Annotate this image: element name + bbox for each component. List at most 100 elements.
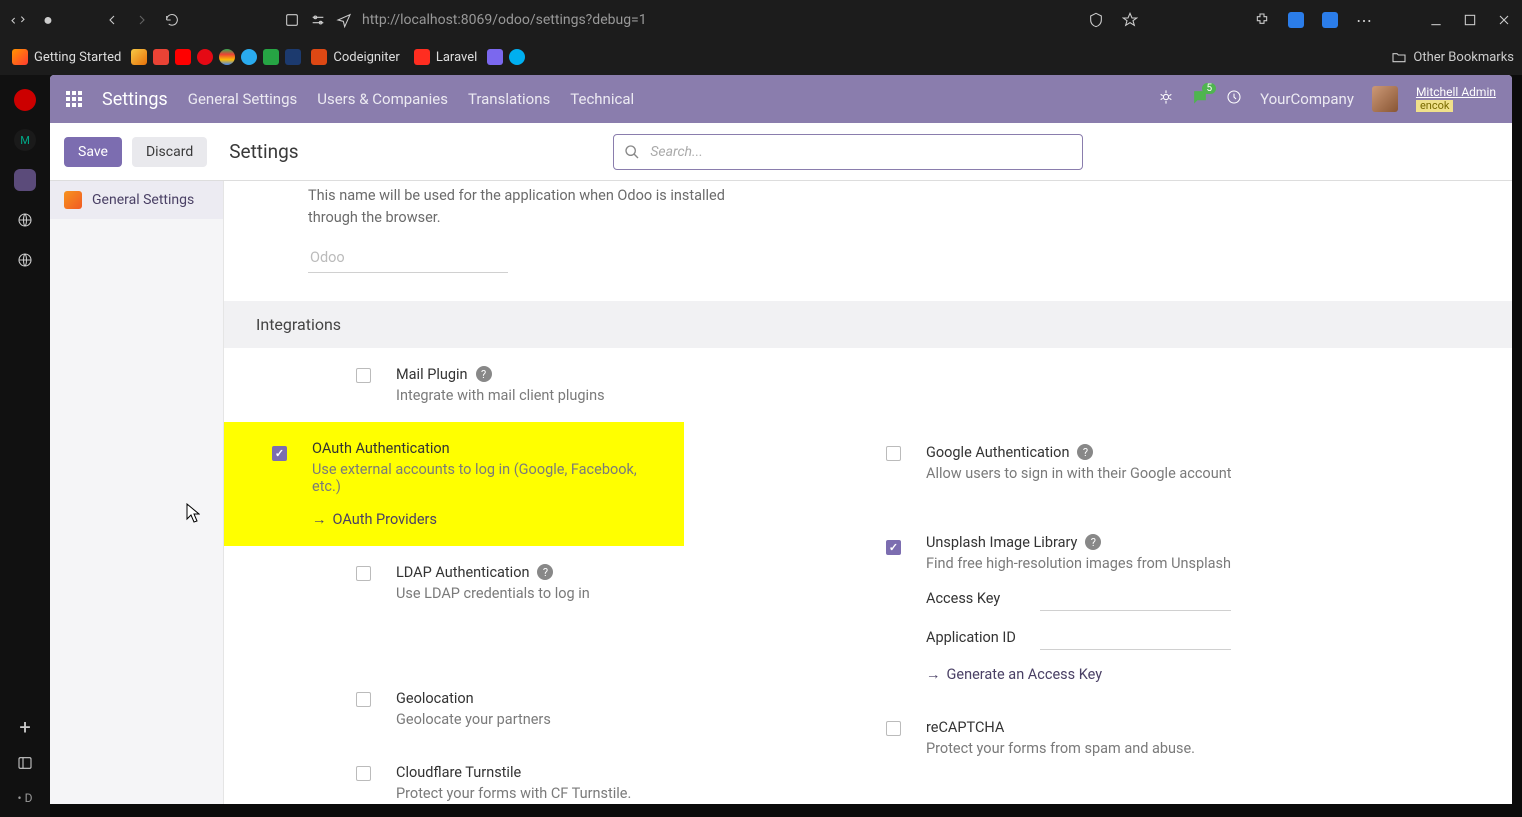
not-secure-icon[interactable] [336, 12, 352, 28]
turnstile-checkbox[interactable] [356, 766, 371, 781]
forward-icon[interactable] [134, 12, 150, 28]
nav-translations[interactable]: Translations [468, 90, 550, 108]
google-auth-desc: Allow users to sign in with their Google… [926, 465, 1231, 482]
mail-plugin-checkbox[interactable] [356, 368, 371, 383]
back-icon[interactable] [104, 12, 120, 28]
apps-menu-icon[interactable] [66, 91, 82, 107]
user-name: Mitchell Admin [1416, 86, 1496, 99]
save-button[interactable]: Save [64, 137, 122, 167]
close-window-icon[interactable] [1496, 12, 1512, 28]
settings-sidebar: General Settings [50, 181, 224, 804]
bookmark-icon-darkblue[interactable] [285, 49, 301, 65]
bookmark-codeigniter[interactable]: Codeigniter [307, 47, 403, 67]
bookmark-getting-started[interactable]: Getting Started [8, 47, 125, 67]
recaptcha-desc: Protect your forms from spam and abuse. [926, 740, 1195, 757]
turnstile-desc: Protect your forms with CF Turnstile. [396, 785, 631, 802]
general-settings-icon [64, 191, 82, 209]
sidebar-bottom-label: • D [18, 791, 33, 805]
app-id-label: Application ID [926, 629, 1026, 646]
overflow-menu-icon[interactable]: ⋯ [1356, 12, 1372, 28]
mail-plugin-title: Mail Plugin [396, 366, 468, 383]
help-icon[interactable]: ? [476, 366, 492, 382]
reload-icon[interactable] [164, 12, 180, 28]
geolocation-title: Geolocation [396, 690, 474, 707]
activities-icon[interactable] [1226, 89, 1242, 109]
app-name-input[interactable] [308, 243, 508, 273]
access-key-input[interactable] [1040, 586, 1231, 611]
user-menu[interactable]: Mitchell Admin encok [1416, 86, 1496, 111]
new-tab-icon[interactable]: + [19, 715, 30, 739]
breadcrumb-title: Settings [229, 140, 298, 163]
globe-icon-2[interactable] [14, 249, 36, 271]
ldap-title: LDAP Authentication [396, 564, 529, 581]
bookmark-icon-youtube[interactable] [175, 49, 191, 65]
bookmark-icon-skype[interactable] [509, 49, 525, 65]
google-auth-checkbox[interactable] [886, 446, 901, 461]
fx-pinned-1[interactable] [14, 89, 36, 111]
extensions-icon[interactable] [1254, 12, 1270, 28]
recaptcha-checkbox[interactable] [886, 721, 901, 736]
shield-icon[interactable] [1088, 12, 1104, 28]
unsplash-desc: Find free high-resolution images from Un… [926, 555, 1231, 572]
sidebar-general-settings[interactable]: General Settings [50, 181, 223, 219]
settings-content: This name will be used for the applicati… [224, 181, 1512, 804]
ext-icon-2[interactable] [1322, 12, 1338, 28]
unsplash-title: Unsplash Image Library [926, 534, 1077, 551]
bookmark-icon-gmail[interactable] [153, 49, 169, 65]
bookmark-icon-purple[interactable] [487, 49, 503, 65]
bookmark-icon-maps[interactable] [219, 49, 235, 65]
bookmark-label: Codeigniter [333, 50, 399, 65]
tab-dot-icon: ● [40, 12, 56, 28]
help-icon[interactable]: ? [1077, 444, 1093, 460]
search-input[interactable] [650, 144, 1072, 160]
fx-pinned-odoo[interactable] [14, 169, 36, 191]
search-box[interactable] [613, 134, 1083, 170]
search-icon [624, 144, 640, 160]
bookmark-icon-telegram[interactable] [241, 49, 257, 65]
oauth-desc: Use external accounts to log in (Google,… [312, 461, 664, 495]
help-icon[interactable]: ? [1085, 534, 1101, 550]
oauth-checkbox[interactable] [272, 446, 287, 461]
permissions-icon[interactable] [310, 12, 326, 28]
minimize-icon[interactable] [1428, 12, 1444, 28]
bookmark-label: Laravel [436, 50, 477, 65]
generate-access-key-link[interactable]: Generate an Access Key [926, 666, 1231, 683]
sync-icon[interactable] [10, 12, 26, 28]
firefox-vertical-sidebar: M + • D [0, 75, 50, 817]
bookmark-icon-green[interactable] [263, 49, 279, 65]
discard-button[interactable]: Discard [132, 137, 207, 167]
setting-google-auth: Google Authentication? Allow users to si… [838, 426, 1298, 500]
page-info-icon[interactable] [284, 12, 300, 28]
other-bookmarks-label: Other Bookmarks [1413, 50, 1514, 65]
other-bookmarks[interactable]: Other Bookmarks [1391, 49, 1514, 65]
messaging-icon[interactable]: 5 [1192, 89, 1208, 109]
nav-general-settings[interactable]: General Settings [188, 90, 298, 108]
nav-users-companies[interactable]: Users & Companies [317, 90, 448, 108]
oauth-providers-link[interactable]: OAuth Providers [312, 511, 664, 528]
globe-icon[interactable] [14, 209, 36, 231]
database-name: encok [1416, 100, 1454, 112]
url-bar[interactable]: http://localhost:8069/odoo/settings?debu… [284, 12, 1044, 28]
bookmark-icon-analytics[interactable] [131, 49, 147, 65]
sidebar-toggle-icon[interactable] [17, 755, 33, 775]
bookmark-star-icon[interactable] [1122, 12, 1138, 28]
app-id-input[interactable] [1040, 625, 1231, 650]
url-text: http://localhost:8069/odoo/settings?debu… [362, 12, 647, 28]
nav-technical[interactable]: Technical [570, 90, 634, 108]
browser-chrome: ● http://localhost:8069/odoo/settings?de… [0, 0, 1522, 75]
company-selector[interactable]: YourCompany [1260, 90, 1354, 108]
ext-icon-1[interactable] [1288, 12, 1304, 28]
user-avatar[interactable] [1372, 86, 1398, 112]
bookmark-icon-red[interactable] [197, 49, 213, 65]
recaptcha-title: reCAPTCHA [926, 719, 1004, 736]
codeigniter-icon [311, 49, 327, 65]
fx-pinned-2[interactable]: M [14, 129, 36, 151]
ldap-checkbox[interactable] [356, 566, 371, 581]
maximize-icon[interactable] [1462, 12, 1478, 28]
setting-unsplash: Unsplash Image Library? Find free high-r… [838, 500, 1298, 701]
help-icon[interactable]: ? [537, 564, 553, 580]
geolocation-checkbox[interactable] [356, 692, 371, 707]
debug-icon[interactable] [1158, 89, 1174, 109]
unsplash-checkbox[interactable] [886, 540, 901, 555]
bookmark-laravel[interactable]: Laravel [410, 47, 481, 67]
